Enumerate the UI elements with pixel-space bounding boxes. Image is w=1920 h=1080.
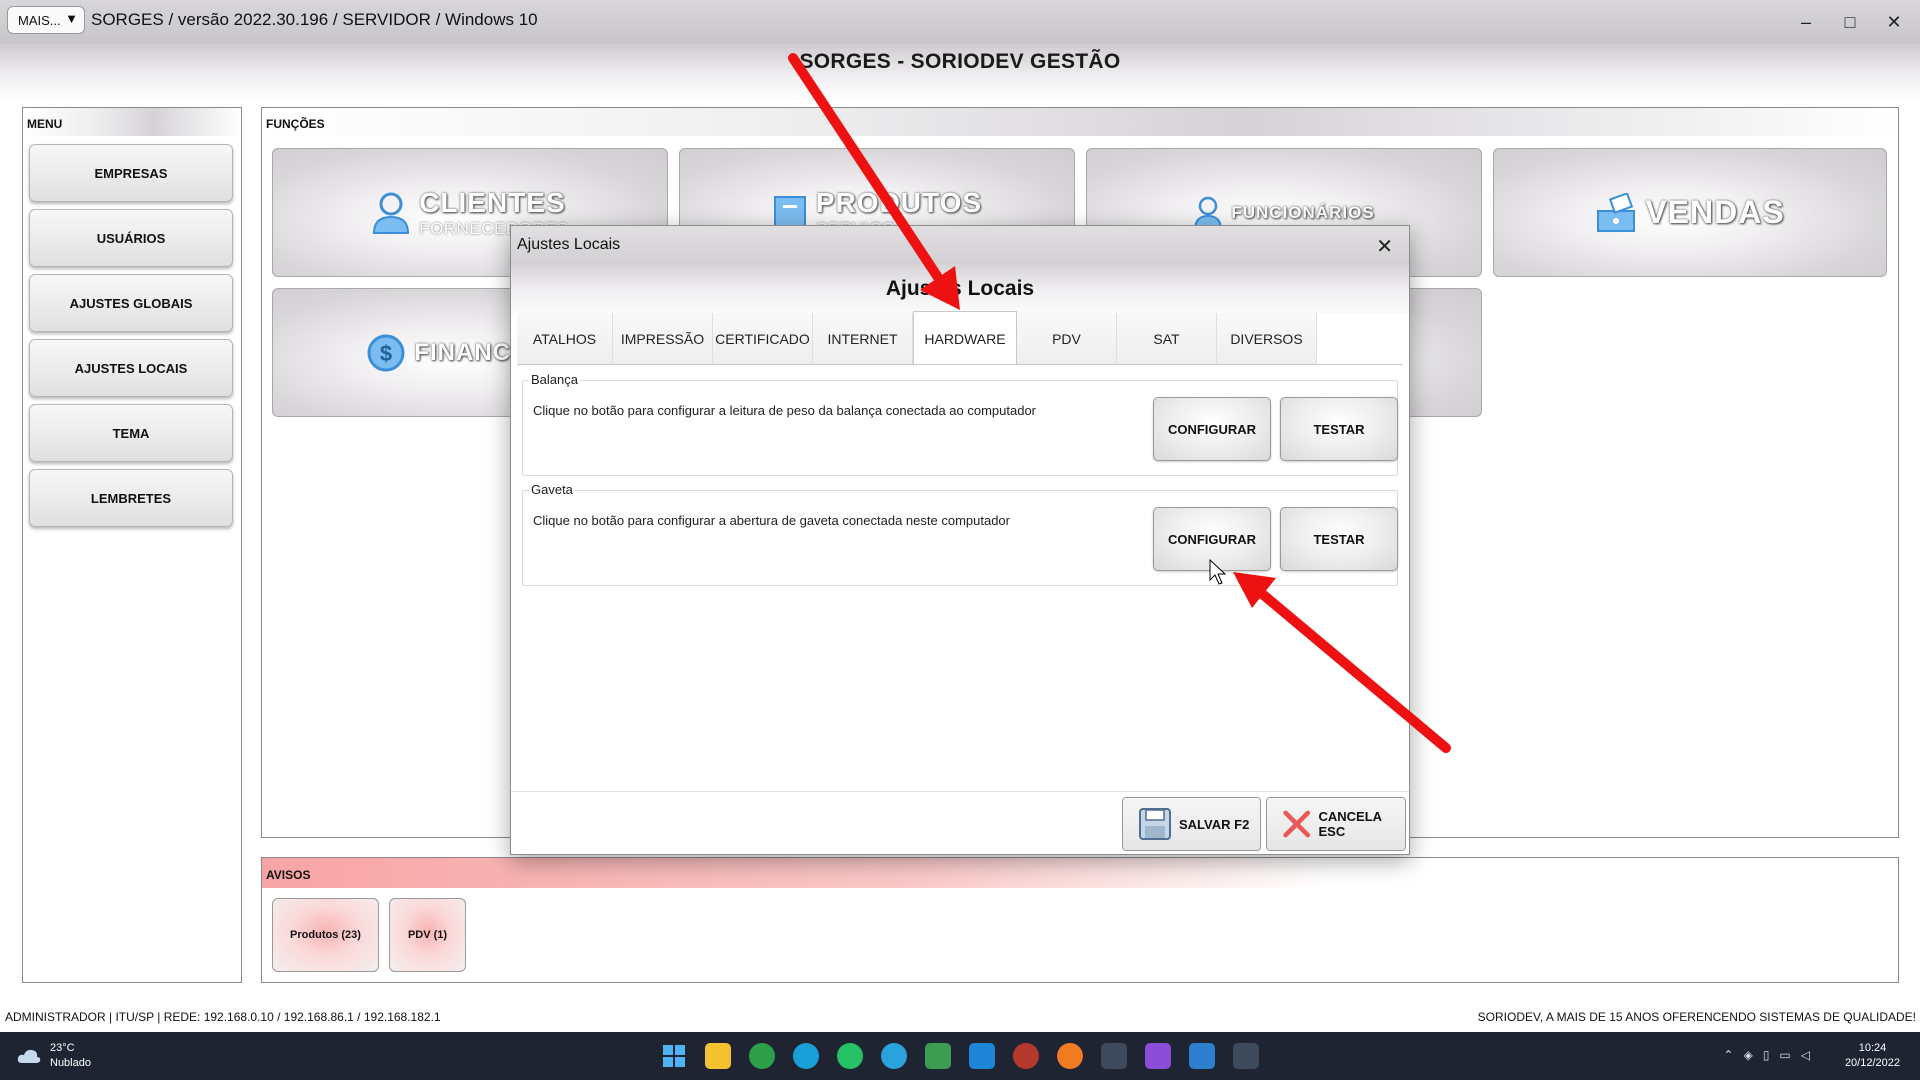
telegram-icon[interactable] <box>881 1043 907 1069</box>
ajustes-locais-dialog: Ajustes Locais ✕ Ajustes Locais ATALHOS … <box>510 225 1410 855</box>
status-bar: ADMINISTRADOR | ITU/SP | REDE: 192.168.0… <box>0 1007 1920 1027</box>
chrome-icon[interactable] <box>749 1043 775 1069</box>
dialog-heading: Ajustes Locais <box>885 277 1035 300</box>
person-icon <box>373 192 410 234</box>
app-title: SORGES - SORIODEV GESTÃO <box>799 50 1121 73</box>
edge-icon[interactable] <box>793 1043 819 1069</box>
app-red-icon[interactable] <box>1013 1043 1039 1069</box>
status-left: ADMINISTRADOR | ITU/SP | REDE: 192.168.0… <box>5 1010 441 1024</box>
group-balanca-text: Clique no botão para configurar a leitur… <box>533 403 1037 418</box>
tab-divider <box>517 364 1403 365</box>
tile-vendas-label: VENDAS <box>1645 194 1785 230</box>
mais-dropdown[interactable]: MAIS... ▼ <box>7 6 85 34</box>
tile-funcionarios-label: FUNCIONÁRIOS <box>1231 202 1375 222</box>
sorges-icon[interactable] <box>1101 1043 1127 1069</box>
clock-date: 20/12/2022 <box>1844 1057 1900 1069</box>
balanca-test-button[interactable]: TESTAR <box>1280 397 1398 461</box>
start-icon[interactable] <box>661 1043 687 1069</box>
tab-pdv[interactable]: PDV <box>1017 313 1117 365</box>
group-gaveta-label: Gaveta <box>529 482 575 497</box>
screen-app-icon[interactable] <box>1189 1043 1215 1069</box>
menu-item-usuarios[interactable]: USUÁRIOS <box>29 209 233 267</box>
whatsapp-icon[interactable] <box>837 1043 863 1069</box>
aviso-produtos[interactable]: Produtos (23) <box>272 898 379 972</box>
clock[interactable]: 10:24 20/12/2022 <box>1845 1041 1900 1071</box>
dialog-titlebar: Ajustes Locais ✕ <box>511 226 1409 264</box>
tab-certificado[interactable]: CERTIFICADO <box>713 313 813 365</box>
cancel-button[interactable]: CANCELA ESC <box>1266 797 1406 851</box>
tab-diversos[interactable]: DIVERSOS <box>1217 313 1317 365</box>
tray-monitor-icon[interactable]: ▭ <box>1779 1048 1790 1062</box>
save-button[interactable]: SALVAR F2 <box>1122 797 1261 851</box>
dialog-tabs: ATALHOS IMPRESSÃO CERTIFICADO INTERNET H… <box>517 311 1317 365</box>
avisos-header: AVISOS <box>262 858 1898 888</box>
window-titlebar: MAIS... ▼ SORGES / versão 2022.30.196 / … <box>0 0 1920 44</box>
mais-label: MAIS... <box>18 12 61 28</box>
tray-battery-icon[interactable]: ▯ <box>1763 1048 1770 1062</box>
gaveta-test-button[interactable]: TESTAR <box>1280 507 1398 571</box>
firefox-icon[interactable] <box>1057 1043 1083 1069</box>
balanca-configure-button[interactable]: CONFIGURAR <box>1153 397 1271 461</box>
gaveta-configure-button[interactable]: CONFIGURAR <box>1153 507 1271 571</box>
maximize-button[interactable]: □ <box>1830 8 1870 36</box>
save-label: SALVAR F2 <box>1179 816 1250 832</box>
clock-time: 10:24 <box>1858 1042 1887 1054</box>
dropdown-arrow-icon: ▼ <box>65 11 78 26</box>
group-gaveta-text: Clique no botão para configurar a abertu… <box>533 513 1010 528</box>
menu-item-lembretes[interactable]: LEMBRETES <box>29 469 233 527</box>
weather-widget[interactable]: 23°C Nublado <box>16 1041 91 1071</box>
tab-sat[interactable]: SAT <box>1117 313 1217 365</box>
tab-internet[interactable]: INTERNET <box>813 313 913 365</box>
group-balanca-label: Balança <box>529 372 580 387</box>
minimize-button[interactable]: – <box>1786 8 1826 36</box>
remote-desktop-icon[interactable] <box>969 1043 995 1069</box>
tile-clientes-label: CLIENTES <box>419 186 566 218</box>
window-title: SORGES / versão 2022.30.196 / SERVIDOR /… <box>91 10 538 29</box>
floppy-disk-icon <box>1139 808 1171 840</box>
aviso-pdv[interactable]: PDV (1) <box>389 898 466 972</box>
group-balanca: Balança Clique no botão para configurar … <box>522 372 1398 476</box>
tray-network-icon[interactable]: ◈ <box>1744 1048 1753 1062</box>
tray-volume-icon[interactable]: ◁ <box>1801 1048 1810 1062</box>
weather-temp: 23°C <box>50 1042 75 1054</box>
menu-item-empresas[interactable]: EMPRESAS <box>29 144 233 202</box>
tile-produtos-label: PRODUTOS <box>815 186 983 218</box>
video-editor-icon[interactable] <box>1145 1043 1171 1069</box>
dialog-header: Ajustes Locais <box>511 264 1409 314</box>
weather-desc: Nublado <box>50 1057 91 1069</box>
menu-header: MENU <box>23 108 241 136</box>
sorges-secondary-icon[interactable] <box>1233 1043 1259 1069</box>
cancel-label: CANCELA ESC <box>1318 809 1382 839</box>
close-button[interactable]: ✕ <box>1874 8 1914 36</box>
cancel-x-icon <box>1283 810 1311 838</box>
status-right: SORIODEV, A MAIS DE 15 ANOS OFERENCENDO … <box>1477 1010 1916 1024</box>
tray-chevron-icon[interactable]: ⌃ <box>1724 1048 1734 1062</box>
system-tray: ⌃ ◈ ▯ ▭ ◁ <box>1724 1048 1810 1062</box>
tab-atalhos[interactable]: ATALHOS <box>517 313 613 365</box>
menu-item-ajustes-locais[interactable]: AJUSTES LOCAIS <box>29 339 233 397</box>
dialog-close-icon[interactable]: ✕ <box>1376 234 1393 259</box>
spreadsheet-icon[interactable] <box>925 1043 951 1069</box>
taskbar: 23°C Nublado ⌃ ◈ ▯ ▭ ◁ 10:24 20/12/2022 <box>0 1032 1920 1080</box>
dialog-title: Ajustes Locais <box>517 236 621 253</box>
menu-item-tema[interactable]: TEMA <box>29 404 233 462</box>
menu-panel: MENU EMPRESAS USUÁRIOS AJUSTES GLOBAIS A… <box>22 107 242 983</box>
menu-item-ajustes-globais[interactable]: AJUSTES GLOBAIS <box>29 274 233 332</box>
dollar-icon: $ <box>367 334 405 371</box>
tile-vendas[interactable]: VENDAS <box>1493 148 1887 277</box>
cloud-icon <box>17 1049 41 1063</box>
svg-text:$: $ <box>380 341 392 366</box>
group-gaveta: Gaveta Clique no botão para configurar a… <box>522 482 1398 586</box>
avisos-panel: AVISOS Produtos (23) PDV (1) <box>261 857 1899 983</box>
file-explorer-icon[interactable] <box>705 1043 731 1069</box>
cash-register-icon <box>1597 192 1636 232</box>
tab-hardware[interactable]: HARDWARE <box>913 311 1017 365</box>
footer-divider <box>511 791 1409 792</box>
tab-impressao[interactable]: IMPRESSÃO <box>613 313 713 365</box>
functions-header: FUNÇÕES <box>262 108 1898 136</box>
